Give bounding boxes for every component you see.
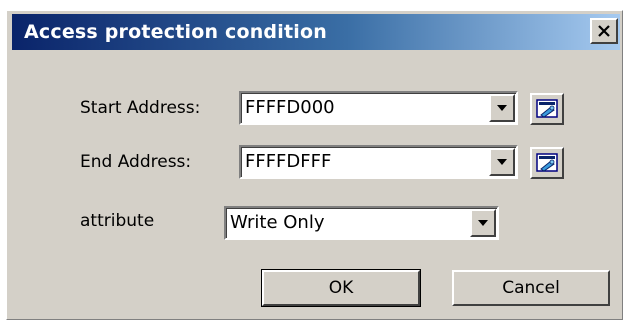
start-address-dropdown-button[interactable]	[489, 94, 515, 122]
address-browse-icon	[536, 153, 558, 172]
end-address-label: End Address:	[80, 152, 192, 172]
cancel-button[interactable]: Cancel	[452, 270, 610, 306]
ok-button[interactable]: OK	[261, 269, 421, 307]
dialog-window: Access protection condition Start Addres…	[6, 10, 623, 320]
start-address-label: Start Address:	[80, 98, 201, 118]
end-address-combo[interactable]: FFFFDFFF	[239, 145, 518, 179]
address-browse-icon	[536, 99, 558, 118]
attribute-label: attribute	[80, 211, 155, 231]
attribute-value: Write Only	[230, 212, 325, 233]
start-address-browse-button[interactable]	[530, 93, 564, 125]
end-address-dropdown-button[interactable]	[489, 148, 515, 176]
start-address-value: FFFFD000	[245, 97, 335, 118]
close-icon	[598, 25, 610, 37]
attribute-select[interactable]: Write Only	[224, 206, 499, 240]
close-button[interactable]	[590, 18, 618, 44]
end-address-value: FFFFDFFF	[245, 151, 332, 172]
start-address-combo[interactable]: FFFFD000	[239, 91, 518, 125]
attribute-dropdown-button[interactable]	[470, 209, 496, 237]
dialog-title: Access protection condition	[24, 21, 327, 43]
title-bar[interactable]: Access protection condition	[12, 14, 620, 50]
end-address-browse-button[interactable]	[530, 147, 564, 179]
